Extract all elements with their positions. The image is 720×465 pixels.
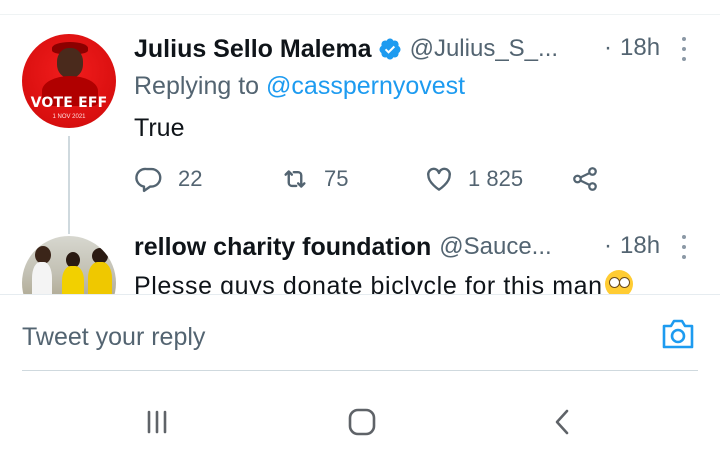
recents-button[interactable] <box>137 402 177 442</box>
retweet-icon <box>284 170 306 188</box>
top-divider <box>0 14 720 15</box>
reply-divider <box>22 370 698 371</box>
like-count: 1 825 <box>468 166 524 191</box>
avatar-date: 1 NOV 2021 <box>52 114 86 120</box>
separator-dot: · <box>604 34 612 61</box>
tweet-text: True <box>134 114 185 142</box>
more-vertical-icon[interactable] <box>681 235 687 259</box>
back-button[interactable] <box>543 402 583 442</box>
author-handle[interactable]: @Julius_S_... <box>410 35 558 63</box>
back-icon <box>555 409 569 435</box>
author-handle[interactable]: @Sauce... <box>439 233 551 261</box>
system-navigation-bar <box>0 372 720 465</box>
reply-input[interactable]: Tweet your reply <box>22 323 205 352</box>
reply-composer: Tweet your reply <box>0 294 720 372</box>
home-button[interactable] <box>342 402 382 442</box>
retweet-count: 75 <box>324 166 349 191</box>
like-button[interactable]: 1 825 <box>424 164 523 194</box>
timestamp[interactable]: 18h <box>620 34 660 62</box>
reply-icon <box>135 167 162 193</box>
heart-icon <box>427 167 451 191</box>
avatar-caption: VOTE EFF <box>30 95 108 111</box>
camera-icon[interactable] <box>660 317 696 351</box>
verified-badge-icon <box>379 38 401 60</box>
share-icon <box>573 167 597 191</box>
reply-count: 22 <box>178 166 203 191</box>
tweet-header: rellow charity foundation @Sauce... <box>134 230 552 264</box>
share-button[interactable] <box>570 164 600 194</box>
home-icon <box>348 408 376 436</box>
recents-icon <box>147 410 167 434</box>
replying-to: Replying to @casspernyovest <box>134 72 465 101</box>
tweet-header: Julius Sello Malema @Julius_S_... <box>134 32 558 66</box>
replying-prefix: Replying to <box>134 72 260 100</box>
author-name[interactable]: Julius Sello Malema <box>134 35 372 64</box>
replying-mention[interactable]: @casspernyovest <box>266 72 465 100</box>
author-name[interactable]: rellow charity foundation <box>134 233 431 262</box>
retweet-button[interactable]: 75 <box>280 164 348 194</box>
thread-line <box>68 136 70 234</box>
reply-button[interactable]: 22 <box>134 164 202 194</box>
timestamp[interactable]: 18h <box>620 232 660 260</box>
more-vertical-icon[interactable] <box>681 37 687 61</box>
separator-dot: · <box>604 232 612 259</box>
avatar[interactable]: VOTE EFF 1 NOV 2021 <box>22 34 116 128</box>
